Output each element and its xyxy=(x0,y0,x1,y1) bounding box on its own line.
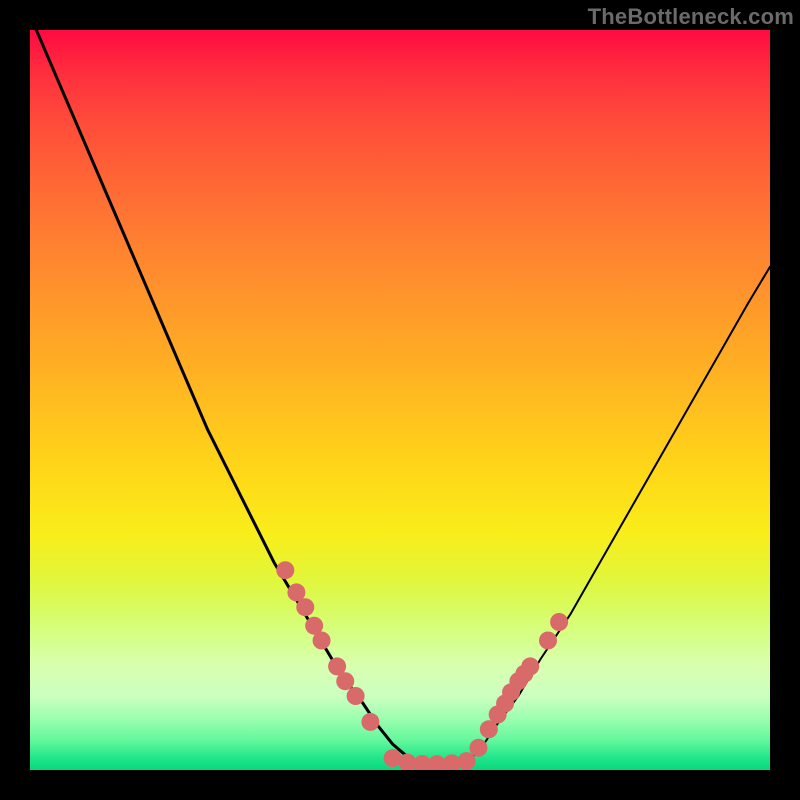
chart-container: TheBottleneck.com xyxy=(0,0,800,800)
curve-path-left xyxy=(30,30,415,763)
curve-layer xyxy=(30,30,770,765)
curve-path xyxy=(30,30,770,765)
data-point xyxy=(336,672,354,690)
data-point xyxy=(347,687,365,705)
data-point xyxy=(469,739,487,757)
marker-layer xyxy=(276,561,568,770)
watermark-text: TheBottleneck.com xyxy=(588,4,794,30)
data-point xyxy=(276,561,294,579)
data-point xyxy=(521,657,539,675)
plot-area xyxy=(30,30,770,770)
data-point xyxy=(539,632,557,650)
chart-svg xyxy=(30,30,770,770)
data-point xyxy=(313,632,331,650)
data-point xyxy=(361,713,379,731)
data-point xyxy=(296,598,314,616)
data-point xyxy=(550,613,568,631)
